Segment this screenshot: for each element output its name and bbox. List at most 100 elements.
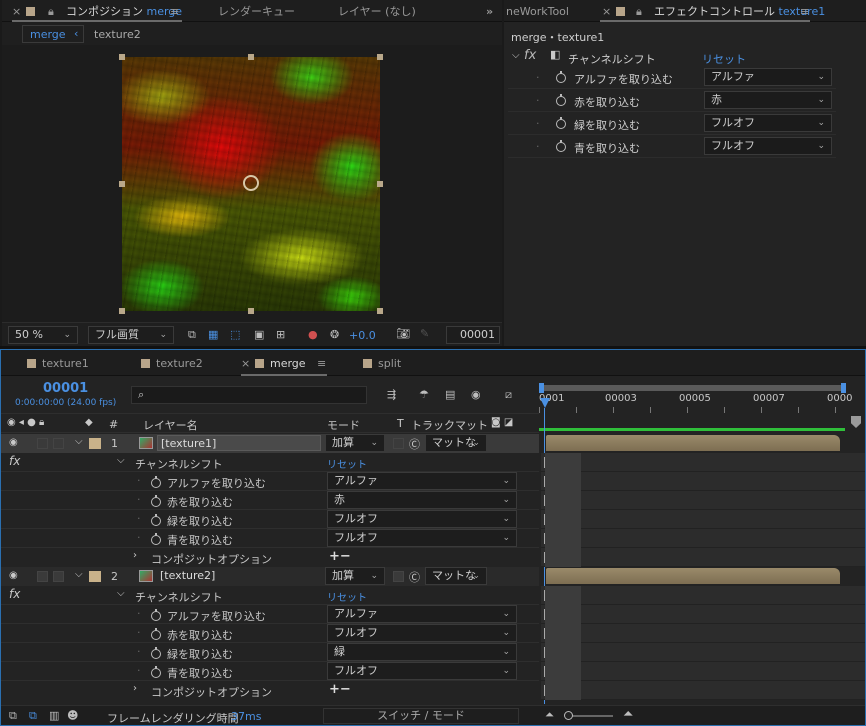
lock-icon[interactable]: 🔒︎ <box>636 3 642 21</box>
param-select[interactable]: 緑 ⌄ <box>327 643 517 661</box>
fx-icon[interactable]: fx <box>9 587 20 601</box>
stopwatch-icon[interactable] <box>151 647 161 659</box>
transform-handle[interactable] <box>119 54 125 60</box>
draft-3d-icon[interactable]: ☂ <box>419 388 429 401</box>
stopwatch-icon[interactable] <box>151 476 161 488</box>
tab-render-queue[interactable]: レンダーキュー <box>218 3 295 21</box>
menu-icon[interactable]: ≡ <box>170 3 179 21</box>
lock-switch[interactable] <box>53 571 64 582</box>
blend-mode-select[interactable]: 加算 ⌄ <box>325 567 385 585</box>
frame-blending-icon[interactable]: ▤ <box>445 388 455 401</box>
chevron-down-icon[interactable]: ⌵ <box>512 50 520 61</box>
tab-layer[interactable]: レイヤー (なし) <box>338 3 416 21</box>
stopwatch-icon[interactable] <box>151 495 161 507</box>
stopwatch-icon[interactable] <box>556 71 566 83</box>
comp-viewer[interactable] <box>2 45 502 322</box>
eye-icon[interactable]: ◉ <box>9 570 18 581</box>
label-color-swatch[interactable] <box>89 438 101 449</box>
tab-split[interactable]: split <box>363 355 401 373</box>
preserve-transparency-switch[interactable] <box>393 571 404 582</box>
region-icon[interactable]: ⧉ <box>188 328 196 342</box>
param-select[interactable]: フルオフ ⌄ <box>327 510 517 528</box>
timeline-zoom-handle[interactable] <box>851 416 861 428</box>
transform-handle[interactable] <box>248 308 254 314</box>
column-layer-name[interactable]: レイヤー名 <box>143 417 198 433</box>
layer-search-input[interactable]: ⌕ <box>131 386 367 404</box>
exposure-value[interactable]: +0.0 <box>349 329 376 342</box>
layer-duration-bar[interactable] <box>546 435 840 451</box>
zoom-in-icon[interactable]: ⏶ <box>623 707 633 722</box>
effect-reset-link[interactable]: リセット <box>327 456 367 471</box>
effect-reset-link[interactable]: リセット <box>702 51 746 67</box>
chevron-down-icon[interactable]: ⌵ <box>75 569 83 580</box>
blend-mode-select[interactable]: 加算 ⌄ <box>325 434 385 452</box>
stopwatch-icon[interactable] <box>151 609 161 621</box>
composition-mini-flowchart-icon[interactable]: ⇶ <box>387 388 396 401</box>
column-mode[interactable]: モード <box>327 417 360 433</box>
breadcrumb-texture2[interactable]: texture2 <box>94 28 141 41</box>
effect-reset-link[interactable]: リセット <box>327 589 367 604</box>
tab-composition[interactable]: コンポジション merge <box>66 3 182 21</box>
chevron-down-icon[interactable]: ⌵ <box>117 588 125 599</box>
switch-mode-toggle[interactable]: スイッチ / モード <box>323 708 519 724</box>
tab-texture2[interactable]: texture2 <box>141 355 203 373</box>
tab-networktool[interactable]: neWorkTool <box>506 3 569 21</box>
preserve-transparency-switch[interactable] <box>393 438 404 449</box>
eye-icon[interactable]: ◉ <box>9 437 18 448</box>
param-select[interactable]: 赤 ⌄ <box>704 91 832 109</box>
chevron-right-icon[interactable]: › <box>133 683 137 694</box>
stopwatch-icon[interactable] <box>151 514 161 526</box>
param-select[interactable]: アルファ ⌄ <box>327 605 517 623</box>
fx-icon[interactable]: fx <box>9 454 20 468</box>
zoom-out-icon[interactable]: ⏶ <box>545 708 554 722</box>
zoom-select[interactable]: 50 % ⌄ <box>8 326 78 344</box>
transform-handle[interactable] <box>119 308 125 314</box>
exposure-reset-icon[interactable]: ❂ <box>330 328 339 341</box>
toggle-modes-icon[interactable]: ⧉ <box>29 709 37 723</box>
anchor-point-icon[interactable] <box>243 175 259 191</box>
motion-blur-icon[interactable]: ◉ <box>471 388 481 401</box>
layer-row[interactable]: ◉ ⌵ 2 [texture2] 加算 ⌄ Ⓒ マットな ⌄ <box>1 567 539 586</box>
param-select[interactable]: アルファ ⌄ <box>704 68 832 86</box>
toggle-render-time-icon[interactable]: ☻ <box>67 709 78 722</box>
lock-switch[interactable] <box>53 438 64 449</box>
safe-area-icon[interactable]: ▣ <box>254 328 264 341</box>
transparency-grid-icon[interactable]: ▦ <box>208 328 218 341</box>
add-remove-mask-button[interactable]: +− <box>329 682 351 697</box>
solo-switch[interactable] <box>37 571 48 582</box>
layer-name-field[interactable]: [texture1] <box>157 435 321 451</box>
fx-icon[interactable]: fx <box>524 48 536 63</box>
layer-duration-bar[interactable] <box>546 568 840 584</box>
mask-path-icon[interactable]: ⬚ <box>230 328 240 341</box>
menu-icon[interactable]: ≡ <box>317 355 326 373</box>
label-color-swatch[interactable] <box>89 571 101 582</box>
param-select[interactable]: 赤 ⌄ <box>327 491 517 509</box>
close-icon[interactable]: × <box>602 3 611 21</box>
layer-row[interactable]: ◉ ⌵ 1 [texture1] 加算 ⌄ Ⓒ マットな ⌄ <box>1 434 539 453</box>
column-trackmatte[interactable]: トラックマット <box>411 417 488 433</box>
work-area-end[interactable] <box>841 383 846 393</box>
quality-select[interactable]: フル画質 ⌄ <box>88 326 174 344</box>
layer-name-field[interactable]: [texture2] <box>157 568 321 584</box>
stopwatch-icon[interactable] <box>556 140 566 152</box>
trackmatte-select[interactable]: マットな ⌄ <box>425 434 487 452</box>
tab-texture1[interactable]: texture1 <box>27 355 89 373</box>
chevron-down-icon[interactable]: ⌵ <box>75 436 83 447</box>
stopwatch-icon[interactable] <box>556 94 566 106</box>
toggle-in-out-icon[interactable]: ▥ <box>49 709 59 722</box>
frame-field[interactable]: 00001 <box>446 326 500 344</box>
add-remove-mask-button[interactable]: +− <box>329 549 351 564</box>
close-icon[interactable]: × <box>241 355 250 373</box>
solo-switch[interactable] <box>37 438 48 449</box>
trackmatte-select[interactable]: マットな ⌄ <box>425 567 487 585</box>
zoom-slider-thumb[interactable] <box>564 711 573 720</box>
grid-icon[interactable]: ⊞ <box>276 328 285 341</box>
transform-handle[interactable] <box>377 308 383 314</box>
trackmatte-icon[interactable]: Ⓒ <box>409 436 420 452</box>
chevron-right-icon[interactable]: » <box>486 3 493 21</box>
work-area-start[interactable] <box>539 383 544 393</box>
toggle-switches-icon[interactable]: ⧉ <box>9 709 17 723</box>
chevron-down-icon[interactable]: ⌵ <box>117 455 125 466</box>
lock-icon[interactable]: 🔒︎ <box>48 3 54 21</box>
param-select[interactable]: フルオフ ⌄ <box>327 662 517 680</box>
